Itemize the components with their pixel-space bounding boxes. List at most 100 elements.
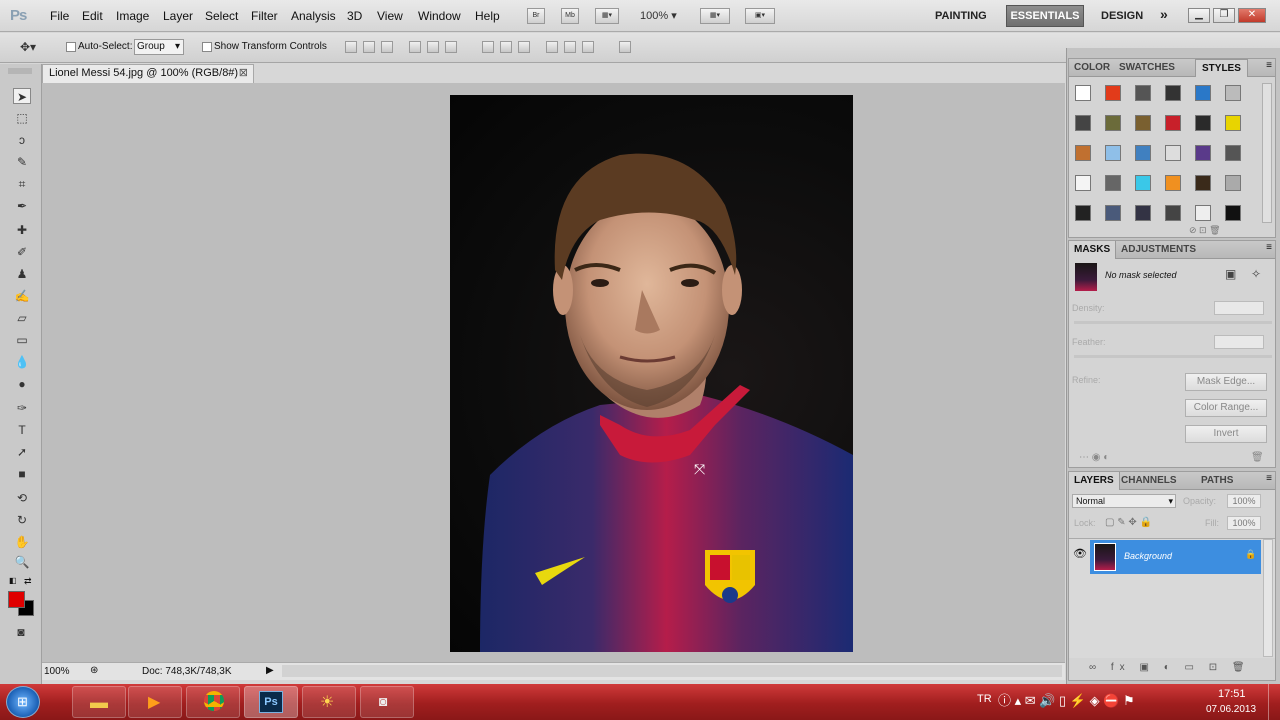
lasso-tool-icon[interactable]: ↄ bbox=[13, 132, 31, 148]
tab-color[interactable]: COLOR bbox=[1074, 62, 1110, 73]
style-swatch[interactable] bbox=[1105, 145, 1121, 161]
style-swatch[interactable] bbox=[1225, 205, 1241, 221]
status-options-icon[interactable]: ⊛ bbox=[90, 665, 98, 676]
masks-panel-menu-icon[interactable]: ≡ bbox=[1266, 242, 1272, 253]
auto-align-icon[interactable] bbox=[619, 41, 631, 53]
messi-photo[interactable]: ⤧ bbox=[450, 95, 853, 652]
styles-scrollbar[interactable] bbox=[1262, 83, 1272, 223]
document-tab[interactable]: Lionel Messi 54.jpg @ 100% (RGB/8#) ⊠ bbox=[42, 64, 254, 83]
show-transform-checkbox[interactable] bbox=[202, 42, 212, 52]
menu-select[interactable]: Select bbox=[205, 9, 238, 23]
pen-tool-icon[interactable]: ✑ bbox=[13, 400, 31, 416]
path-selection-tool-icon[interactable]: ➚ bbox=[13, 444, 31, 460]
layers-scrollbar[interactable] bbox=[1263, 539, 1273, 657]
bridge-button[interactable]: Br bbox=[527, 8, 545, 24]
add-vector-mask-icon[interactable]: ✧ bbox=[1251, 267, 1261, 281]
horizontal-scrollbar[interactable] bbox=[282, 665, 1062, 677]
crop-tool-icon[interactable]: ⌗ bbox=[13, 176, 31, 192]
style-swatch[interactable] bbox=[1135, 175, 1151, 191]
workspace-design[interactable]: DESIGN bbox=[1101, 10, 1143, 22]
mask-edge-button[interactable]: Mask Edge... bbox=[1185, 373, 1267, 391]
style-swatch[interactable] bbox=[1165, 115, 1181, 131]
menu-edit[interactable]: Edit bbox=[82, 9, 103, 23]
view-extras-button[interactable]: ▦▾ bbox=[595, 8, 619, 24]
style-swatch[interactable] bbox=[1225, 175, 1241, 191]
feather-slider[interactable] bbox=[1074, 355, 1272, 358]
distribute-hcenter-icon[interactable] bbox=[564, 41, 576, 53]
close-icon[interactable]: ✕ bbox=[1238, 8, 1266, 23]
menu-layer[interactable]: Layer bbox=[163, 9, 193, 23]
menu-view[interactable]: View bbox=[377, 9, 403, 23]
clone-stamp-tool-icon[interactable]: ♟ bbox=[13, 266, 31, 282]
taskbar-camera[interactable]: ◙ bbox=[360, 686, 414, 718]
style-swatch[interactable] bbox=[1165, 145, 1181, 161]
workspace-painting[interactable]: PAINTING bbox=[935, 10, 987, 22]
taskbar-weather[interactable]: ☀ bbox=[302, 686, 356, 718]
style-swatch[interactable] bbox=[1075, 175, 1091, 191]
style-swatch[interactable] bbox=[1225, 85, 1241, 101]
3d-rotate-tool-icon[interactable]: ⟲ bbox=[13, 490, 31, 506]
style-swatch[interactable] bbox=[1225, 145, 1241, 161]
auto-select-dropdown[interactable]: Group ▾ bbox=[134, 39, 184, 55]
style-swatch[interactable] bbox=[1195, 205, 1211, 221]
menu-3d[interactable]: 3D bbox=[347, 9, 362, 23]
tab-swatches[interactable]: SWATCHES bbox=[1119, 62, 1175, 73]
eyedropper-tool-icon[interactable]: ✒ bbox=[13, 198, 31, 214]
menu-image[interactable]: Image bbox=[116, 9, 149, 23]
tab-paths[interactable]: PATHS bbox=[1201, 475, 1233, 486]
layer-visibility-eye-icon[interactable]: 👁 bbox=[1073, 547, 1087, 560]
style-swatch[interactable] bbox=[1135, 205, 1151, 221]
style-swatch[interactable] bbox=[1075, 205, 1091, 221]
layer-name[interactable]: Background bbox=[1124, 551, 1172, 561]
color-range-button[interactable]: Color Range... bbox=[1185, 399, 1267, 417]
opacity-field[interactable]: 100% bbox=[1227, 494, 1261, 508]
style-swatch[interactable] bbox=[1195, 115, 1211, 131]
tab-layers[interactable]: LAYERS bbox=[1069, 472, 1120, 490]
style-swatch[interactable] bbox=[1195, 175, 1211, 191]
style-swatch[interactable] bbox=[1165, 175, 1181, 191]
menu-filter[interactable]: Filter bbox=[251, 9, 278, 23]
tab-masks[interactable]: MASKS bbox=[1069, 241, 1117, 259]
taskbar-photoshop[interactable]: Ps bbox=[244, 686, 298, 718]
style-swatch[interactable] bbox=[1195, 145, 1211, 161]
clock-date[interactable]: 07.06.2013 bbox=[1206, 704, 1256, 715]
screen-mode-button[interactable]: ▣▾ bbox=[745, 8, 775, 24]
layers-panel-menu-icon[interactable]: ≡ bbox=[1266, 473, 1272, 484]
quick-selection-tool-icon[interactable]: ✎ bbox=[13, 154, 31, 170]
3d-orbit-tool-icon[interactable]: ↻ bbox=[13, 512, 31, 528]
close-document-icon[interactable]: ⊠ bbox=[239, 65, 248, 82]
style-swatch[interactable] bbox=[1135, 115, 1151, 131]
quick-mask-icon[interactable]: ◙ bbox=[12, 624, 30, 640]
brush-tool-icon[interactable]: ✐ bbox=[13, 244, 31, 260]
blur-tool-icon[interactable]: 💧 bbox=[13, 354, 31, 370]
workspace-more[interactable]: » bbox=[1160, 6, 1168, 22]
hand-tool-icon[interactable]: ✋ bbox=[13, 534, 31, 550]
arrange-documents-button[interactable]: ▦▾ bbox=[700, 8, 730, 24]
align-top-icon[interactable] bbox=[345, 41, 357, 53]
distribute-left-icon[interactable] bbox=[546, 41, 558, 53]
style-swatch[interactable] bbox=[1105, 175, 1121, 191]
zoom-level-select[interactable]: 100% ▾ bbox=[640, 9, 677, 22]
feather-field[interactable] bbox=[1214, 335, 1264, 349]
menu-help[interactable]: Help bbox=[475, 9, 500, 23]
style-swatch[interactable] bbox=[1135, 145, 1151, 161]
minimize-icon[interactable]: ▁ bbox=[1188, 8, 1210, 23]
move-tool-icon[interactable]: ➤ bbox=[13, 88, 31, 104]
language-indicator[interactable]: TR bbox=[977, 693, 992, 705]
mini-bridge-button[interactable]: Mb bbox=[561, 8, 579, 24]
default-colors-icon[interactable]: ◧ bbox=[9, 576, 17, 585]
style-swatch[interactable] bbox=[1225, 115, 1241, 131]
blend-mode-select[interactable]: Normal ▾ bbox=[1072, 494, 1176, 508]
density-slider[interactable] bbox=[1074, 321, 1272, 324]
style-swatch[interactable] bbox=[1165, 85, 1181, 101]
clock-time[interactable]: 17:51 bbox=[1218, 688, 1246, 700]
density-field[interactable] bbox=[1214, 301, 1264, 315]
style-swatch[interactable] bbox=[1075, 145, 1091, 161]
tab-styles[interactable]: STYLES bbox=[1195, 59, 1248, 77]
align-bottom-icon[interactable] bbox=[381, 41, 393, 53]
dodge-tool-icon[interactable]: ● bbox=[13, 376, 31, 392]
load-selection-icon[interactable]: ⋯ ◉ ◐ bbox=[1079, 452, 1109, 463]
type-tool-icon[interactable]: T bbox=[13, 422, 31, 438]
restore-icon[interactable]: ❐ bbox=[1213, 8, 1235, 23]
delete-mask-icon[interactable]: 🗑 bbox=[1251, 452, 1264, 463]
